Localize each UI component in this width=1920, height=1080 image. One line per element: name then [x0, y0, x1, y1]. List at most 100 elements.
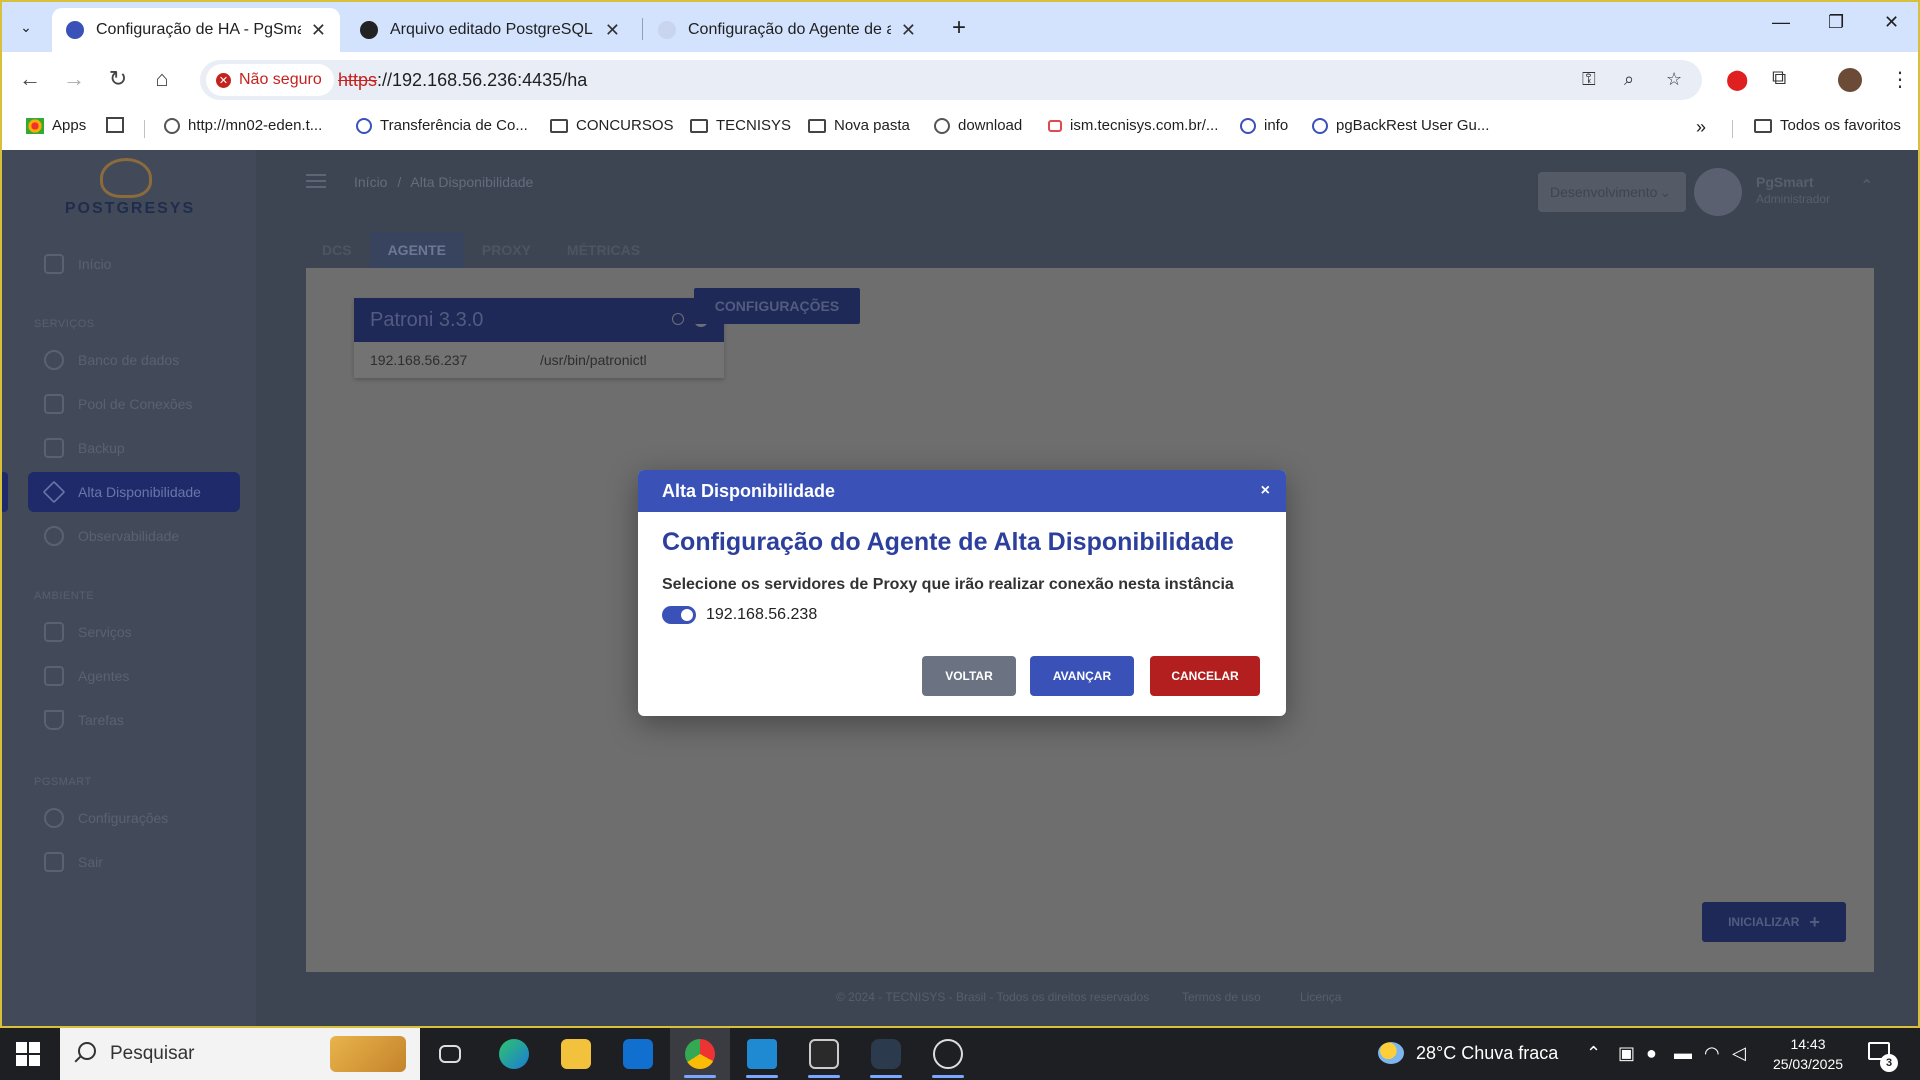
- minimize-icon[interactable]: —: [1772, 12, 1790, 33]
- back-arrow-icon[interactable]: ←: [16, 66, 44, 92]
- weather-text[interactable]: 28°C Chuva fraca: [1416, 1043, 1558, 1064]
- tab-proxy[interactable]: PROXY: [464, 232, 549, 268]
- bookmark-all-favorites[interactable]: Todos os favoritos: [1754, 117, 1901, 134]
- home-icon: [44, 254, 64, 274]
- microphone-icon[interactable]: ●: [1646, 1043, 1657, 1064]
- sidebar-item-configuracoes[interactable]: Configurações: [28, 798, 240, 838]
- url-text[interactable]: https://192.168.56.236:4435/ha: [338, 70, 587, 91]
- close-icon[interactable]: ×: [1261, 482, 1270, 500]
- bookmark-transferencia[interactable]: Transferência de Co...: [356, 117, 528, 134]
- tab-title: Arquivo editado PostgreSQL: [390, 21, 593, 38]
- tab-search-chevron-icon[interactable]: ⌄: [12, 14, 40, 40]
- bookmark-nova-pasta[interactable]: Nova pasta: [808, 117, 910, 134]
- sidebar-item-agentes[interactable]: Agentes: [28, 656, 240, 696]
- sidebar-item-inicio[interactable]: Início: [28, 244, 240, 284]
- sidebar-item-banco-de-dados[interactable]: Banco de dados: [28, 340, 240, 380]
- weather-icon[interactable]: [1378, 1042, 1404, 1064]
- wifi-icon[interactable]: ◠: [1704, 1043, 1720, 1064]
- tab-metricas[interactable]: MÉTRICAS: [549, 232, 658, 268]
- reload-icon[interactable]: ↻: [104, 66, 132, 92]
- hamburger-menu-icon[interactable]: [306, 174, 326, 188]
- bookmark-info[interactable]: info: [1240, 117, 1288, 134]
- grid-shortcut[interactable]: [106, 117, 132, 133]
- file-explorer-icon[interactable]: [546, 1028, 606, 1080]
- patroni-card[interactable]: Patroni 3.3.0 192.168.56.237 /usr/bin/pa…: [354, 298, 724, 378]
- sidebar-item-observabilidade[interactable]: Observabilidade: [28, 516, 240, 556]
- obs-studio-icon[interactable]: [918, 1028, 978, 1080]
- sidebar-item-alta-disponibilidade[interactable]: Alta Disponibilidade: [28, 472, 240, 512]
- more-bookmarks-chevron-icon[interactable]: »: [1696, 117, 1706, 138]
- sidebar-item-sair[interactable]: Sair: [28, 842, 240, 882]
- voltar-button[interactable]: VOLTAR: [922, 656, 1016, 696]
- davinci-resolve-icon[interactable]: [856, 1028, 916, 1080]
- sidebar-item-tarefas[interactable]: Tarefas: [28, 700, 240, 740]
- proxy-toggle-switch[interactable]: [662, 606, 696, 624]
- sidebar-item-label: Configurações: [78, 810, 169, 826]
- home-icon[interactable]: ⌂: [148, 66, 176, 92]
- battery-icon[interactable]: ▬: [1674, 1043, 1692, 1064]
- inicializar-button[interactable]: INICIALIZAR +: [1702, 902, 1846, 942]
- windows-start-icon[interactable]: [16, 1042, 40, 1066]
- meet-now-icon[interactable]: ▣: [1618, 1043, 1635, 1064]
- bookmark-ism-tecnisys[interactable]: ism.tecnisys.com.br/...: [1048, 117, 1218, 134]
- close-tab-icon[interactable]: ✕: [605, 20, 620, 41]
- bookmark-concursos[interactable]: CONCURSOS: [550, 117, 674, 134]
- info-icon[interactable]: [672, 313, 684, 325]
- restore-icon[interactable]: ❐: [1828, 12, 1844, 33]
- profile-avatar[interactable]: [1838, 68, 1862, 92]
- close-window-icon[interactable]: ✕: [1884, 12, 1899, 33]
- outlook-icon[interactable]: [608, 1028, 668, 1080]
- address-bar[interactable]: ✕ Não seguro https://192.168.56.236:4435…: [200, 60, 1702, 100]
- search-highlight-waffle-icon[interactable]: [330, 1036, 406, 1072]
- task-view-icon[interactable]: [420, 1028, 480, 1080]
- close-tab-icon[interactable]: ✕: [901, 20, 916, 41]
- bookmark-separator: [1732, 120, 1733, 138]
- sidebar-item-pool-de-conexoes[interactable]: Pool de Conexões: [28, 384, 240, 424]
- mobaxterm-icon[interactable]: [794, 1028, 854, 1080]
- patroni-row: 192.168.56.237 /usr/bin/patronictl: [354, 342, 724, 378]
- extensions-puzzle-icon[interactable]: ⧉: [1772, 67, 1786, 90]
- user-avatar[interactable]: [1694, 168, 1742, 216]
- tab-dcs[interactable]: DCS: [304, 232, 370, 268]
- sidebar-item-backup[interactable]: Backup: [28, 428, 240, 468]
- sidebar-item-servicos[interactable]: Serviços: [28, 612, 240, 652]
- tab-arquivo-editado[interactable]: Arquivo editado PostgreSQL ✕: [346, 8, 634, 52]
- vscode-icon[interactable]: [732, 1028, 792, 1080]
- clock-time[interactable]: 14:43: [1776, 1036, 1840, 1052]
- footer-terms-link[interactable]: Termos de uso: [1182, 990, 1261, 1004]
- zoom-icon[interactable]: ⌕: [1624, 69, 1634, 90]
- new-tab-plus-icon[interactable]: +: [952, 14, 966, 42]
- security-chip[interactable]: ✕ Não seguro: [206, 64, 334, 96]
- chevron-up-tray-icon[interactable]: ⌃: [1586, 1043, 1601, 1064]
- plus-icon: +: [1809, 911, 1820, 932]
- bookmark-download[interactable]: download: [934, 117, 1022, 134]
- patroni-path: /usr/bin/patronictl: [540, 352, 647, 368]
- star-bookmark-icon[interactable]: ☆: [1666, 69, 1682, 90]
- close-tab-icon[interactable]: ✕: [311, 20, 326, 41]
- tab-configuracao-ha[interactable]: Configuração de HA - PgSmart ✕: [52, 8, 340, 52]
- chevron-up-icon[interactable]: ⌃: [1860, 176, 1873, 196]
- forward-arrow-icon[interactable]: →: [60, 66, 88, 92]
- tab-agente[interactable]: AGENTE: [369, 232, 464, 268]
- cancelar-button[interactable]: CANCELAR: [1150, 656, 1260, 696]
- bookmark-mn02-eden[interactable]: http://mn02-eden.t...: [164, 117, 322, 134]
- bookmark-apps[interactable]: Apps: [26, 117, 86, 134]
- edge-icon[interactable]: [484, 1028, 544, 1080]
- avancar-button[interactable]: AVANÇAR: [1030, 656, 1134, 696]
- clock-date[interactable]: 25/03/2025: [1768, 1056, 1848, 1072]
- bookmark-tecnisys[interactable]: TECNISYS: [690, 117, 791, 134]
- logo-text: POSTGRESYS: [64, 200, 196, 217]
- chrome-icon[interactable]: [670, 1028, 730, 1080]
- footer-license-link[interactable]: Licença: [1300, 990, 1341, 1004]
- breadcrumb-home[interactable]: Início: [354, 174, 387, 190]
- configuracoes-button[interactable]: CONFIGURAÇÕES: [694, 288, 860, 324]
- kebab-menu-icon[interactable]: ⋮: [1890, 67, 1910, 92]
- bookmark-pgbackrest[interactable]: pgBackRest User Gu...: [1312, 117, 1489, 134]
- extension-opera-icon[interactable]: ⬤: [1726, 67, 1748, 92]
- warning-icon: ✕: [216, 72, 231, 88]
- environment-select[interactable]: Desenvolvimento ⌄: [1538, 172, 1686, 212]
- password-key-icon[interactable]: ⚿: [1582, 69, 1596, 90]
- volume-icon[interactable]: ◁: [1732, 1043, 1746, 1064]
- tab-title: Configuração de HA - PgSmart: [96, 21, 301, 38]
- tab-configuracao-agente[interactable]: Configuração do Agente de alta ✕: [644, 8, 930, 52]
